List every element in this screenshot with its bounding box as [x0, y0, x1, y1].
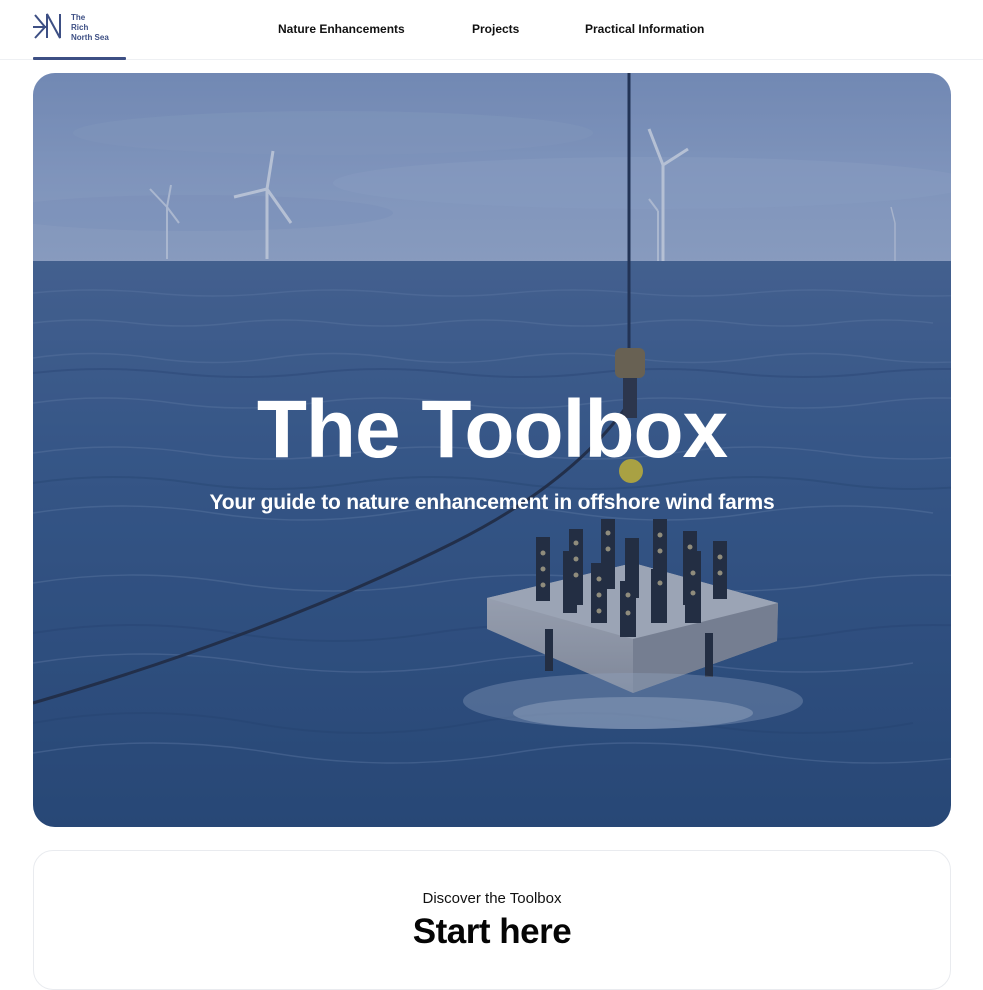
discover-card[interactable]: Discover the Toolbox Start here: [33, 850, 951, 990]
hero-subtitle: Your guide to nature enhancement in offs…: [209, 491, 775, 514]
hero-banner: The Toolbox Your guide to nature enhance…: [33, 73, 951, 827]
site-logo[interactable]: The Rich North Sea: [33, 11, 109, 45]
site-header: The Rich North Sea Nature Enhancements P…: [0, 0, 983, 60]
active-page-indicator: [33, 57, 126, 60]
nav-projects[interactable]: Projects: [472, 20, 519, 38]
discover-title: Start here: [412, 912, 572, 951]
logo-line-3: North Sea: [71, 33, 109, 42]
rns-logo-icon: [33, 13, 61, 39]
discover-kicker: Discover the Toolbox: [422, 890, 562, 907]
hero-title: The Toolbox: [256, 384, 728, 475]
logo-line-1: The: [71, 13, 86, 22]
nav-practical-information[interactable]: Practical Information: [585, 20, 704, 38]
logo-line-2: Rich: [71, 23, 89, 32]
nav-nature-enhancements[interactable]: Nature Enhancements: [278, 20, 405, 38]
logo-wordmark: The Rich North Sea: [71, 11, 109, 43]
